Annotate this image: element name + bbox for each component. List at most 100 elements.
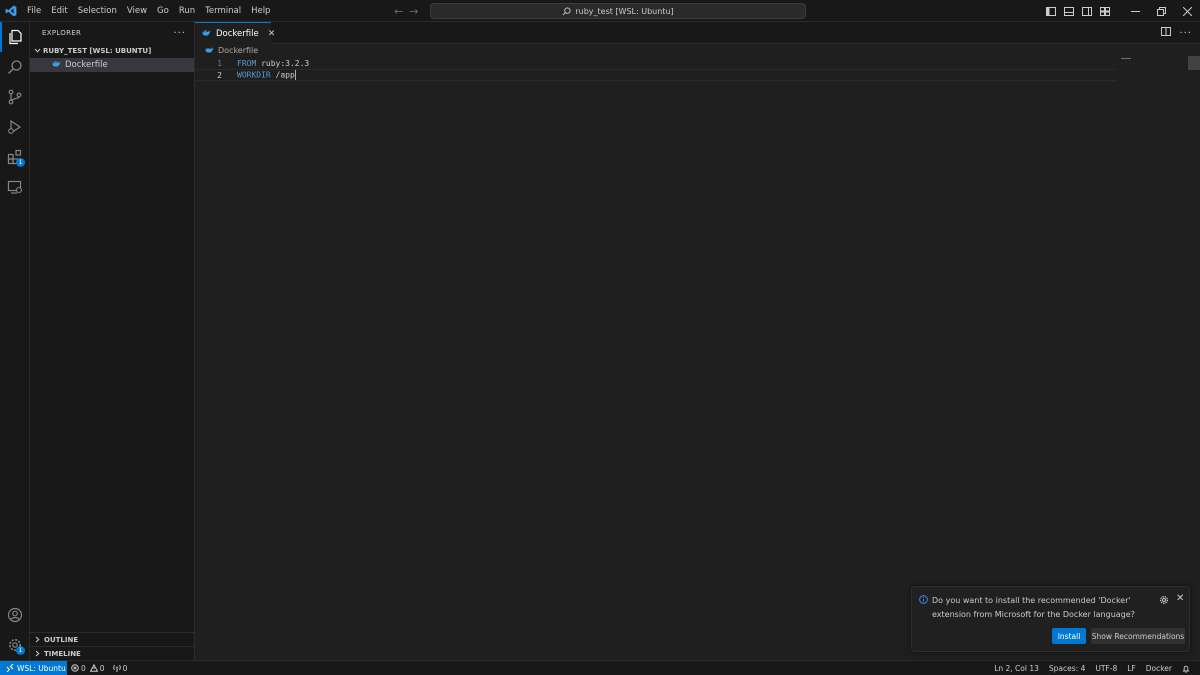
command-center-label: ruby_test [WSL: Ubuntu] (575, 6, 674, 16)
tab-dockerfile[interactable]: Dockerfile ✕ (195, 22, 275, 44)
menu-view[interactable]: View (122, 0, 152, 22)
menu-run[interactable]: Run (174, 0, 200, 22)
remote-indicator[interactable]: WSL: Ubuntu (0, 660, 67, 675)
ports-indicator[interactable]: 0 (109, 664, 132, 673)
vscode-logo-icon (0, 0, 22, 22)
warning-count: 0 (99, 663, 105, 673)
language-mode[interactable]: Docker (1142, 664, 1176, 673)
split-editor-icon[interactable] (1161, 27, 1172, 39)
code-keyword: FROM (237, 58, 257, 68)
code-content: FROM ruby:3.2.3 (237, 59, 309, 68)
minimize-icon[interactable] (1122, 0, 1148, 22)
extensions-icon[interactable]: 1 (0, 142, 30, 172)
status-right: Ln 2, Col 13 Spaces: 4 UTF-8 LF Docker (990, 661, 1194, 675)
end-of-line[interactable]: LF (1123, 664, 1140, 673)
editor-tab-bar: Dockerfile ✕ ··· (195, 22, 1200, 44)
outline-label: OUTLINE (44, 635, 79, 644)
explorer-icon[interactable] (0, 22, 30, 52)
status-bar: WSL: Ubuntu 0 0 0 Ln 2, Col 13 Spaces: 4… (0, 660, 1200, 675)
forward-arrow-icon[interactable]: → (409, 5, 418, 18)
more-actions-icon[interactable]: ··· (173, 28, 186, 39)
workspace-folder[interactable]: RUBY_TEST [WSL: UBUNTU] (30, 44, 194, 58)
restore-icon[interactable] (1148, 0, 1174, 22)
docker-file-icon (205, 46, 214, 55)
title-bar: File Edit Selection View Go Run Terminal… (0, 0, 1200, 22)
back-arrow-icon[interactable]: ← (394, 5, 403, 18)
remote-icon (6, 664, 14, 672)
menu-go[interactable]: Go (152, 0, 174, 22)
source-control-icon[interactable] (0, 82, 30, 112)
chevron-right-icon (35, 636, 40, 643)
settings-badge: 1 (16, 646, 25, 655)
text-cursor (294, 70, 296, 80)
antenna-icon (112, 664, 121, 672)
docker-file-icon (52, 60, 61, 70)
line-number: 1 (217, 58, 222, 68)
docker-file-icon (202, 29, 211, 39)
toggle-primary-sidebar-icon[interactable] (1042, 0, 1060, 22)
cursor-position[interactable]: Ln 2, Col 13 (990, 664, 1043, 673)
problems-indicator[interactable]: 0 0 (67, 664, 109, 673)
encoding[interactable]: UTF-8 (1091, 664, 1121, 673)
gear-icon[interactable] (1159, 595, 1169, 608)
close-window-icon[interactable] (1174, 0, 1200, 22)
command-center[interactable]: ruby_test [WSL: Ubuntu] (430, 3, 806, 19)
timeline-section[interactable]: TIMELINE (30, 646, 195, 660)
ports-count: 0 (122, 663, 128, 673)
code-keyword: WORKDIR (237, 70, 271, 80)
accounts-icon[interactable] (0, 600, 30, 630)
breadcrumb-file[interactable]: Dockerfile (218, 46, 258, 55)
code-line-current[interactable]: 2 WORKDIR /app (195, 69, 1116, 81)
more-actions-icon[interactable]: ··· (1179, 28, 1192, 39)
search-icon[interactable] (0, 52, 30, 82)
manage-gear-icon[interactable]: 1 (0, 630, 30, 660)
remote-explorer-icon[interactable] (0, 172, 30, 202)
indentation[interactable]: Spaces: 4 (1045, 664, 1089, 673)
vertical-scrollbar[interactable] (1188, 56, 1200, 70)
show-recommendations-button[interactable]: Show Recommendations (1091, 628, 1185, 644)
close-tab-icon[interactable]: ✕ (268, 29, 276, 39)
menu-selection[interactable]: Selection (73, 0, 122, 22)
menu-terminal[interactable]: Terminal (200, 0, 246, 22)
code-text: ruby:3.2.3 (256, 58, 310, 68)
remote-label: WSL: Ubuntu (17, 663, 66, 673)
notifications-bell-icon[interactable] (1178, 665, 1194, 673)
line-number: 2 (217, 70, 222, 80)
menu-edit[interactable]: Edit (46, 0, 72, 22)
navigation-arrows: ← → (394, 0, 418, 22)
code-line[interactable]: 1 FROM ruby:3.2.3 (195, 57, 1116, 69)
menu-bar: File Edit Selection View Go Run Terminal… (22, 0, 275, 22)
menu-help[interactable]: Help (246, 0, 275, 22)
minimap[interactable] (1121, 58, 1131, 59)
toggle-secondary-sidebar-icon[interactable] (1078, 0, 1096, 22)
run-and-debug-icon[interactable] (0, 112, 30, 142)
notification-toast: Do you want to install the recommended '… (911, 586, 1190, 652)
sidebar-title: EXPLORER (42, 29, 82, 37)
close-icon[interactable]: ✕ (1176, 593, 1184, 604)
info-icon (919, 595, 928, 607)
outline-section[interactable]: OUTLINE (30, 632, 195, 646)
error-icon (71, 664, 79, 672)
file-item-dockerfile[interactable]: Dockerfile (30, 58, 194, 72)
code-content: WORKDIR /app (237, 70, 296, 80)
timeline-label: TIMELINE (44, 649, 81, 658)
error-count: 0 (81, 663, 86, 673)
search-icon (562, 6, 571, 15)
chevron-down-icon (34, 47, 43, 56)
menu-file[interactable]: File (22, 0, 46, 22)
title-actions (1042, 0, 1200, 22)
install-button[interactable]: Install (1052, 628, 1086, 644)
chevron-right-icon (35, 650, 40, 657)
notification-message: Do you want to install the recommended '… (932, 596, 1135, 619)
customize-layout-icon[interactable] (1096, 0, 1114, 22)
breadcrumb[interactable]: Dockerfile (195, 44, 258, 56)
warning-icon (89, 664, 98, 672)
editor-actions: ··· (1161, 22, 1192, 44)
toggle-panel-icon[interactable] (1060, 0, 1078, 22)
code-editor[interactable]: 1 FROM ruby:3.2.3 2 WORKDIR /app (195, 56, 1200, 660)
workspace-folder-label: RUBY_TEST [WSL: UBUNTU] (43, 47, 152, 55)
sidebar-header: EXPLORER ··· (30, 22, 194, 44)
activity-bar: 1 1 (0, 22, 30, 660)
file-item-label: Dockerfile (65, 60, 108, 70)
tab-label: Dockerfile (216, 28, 259, 39)
